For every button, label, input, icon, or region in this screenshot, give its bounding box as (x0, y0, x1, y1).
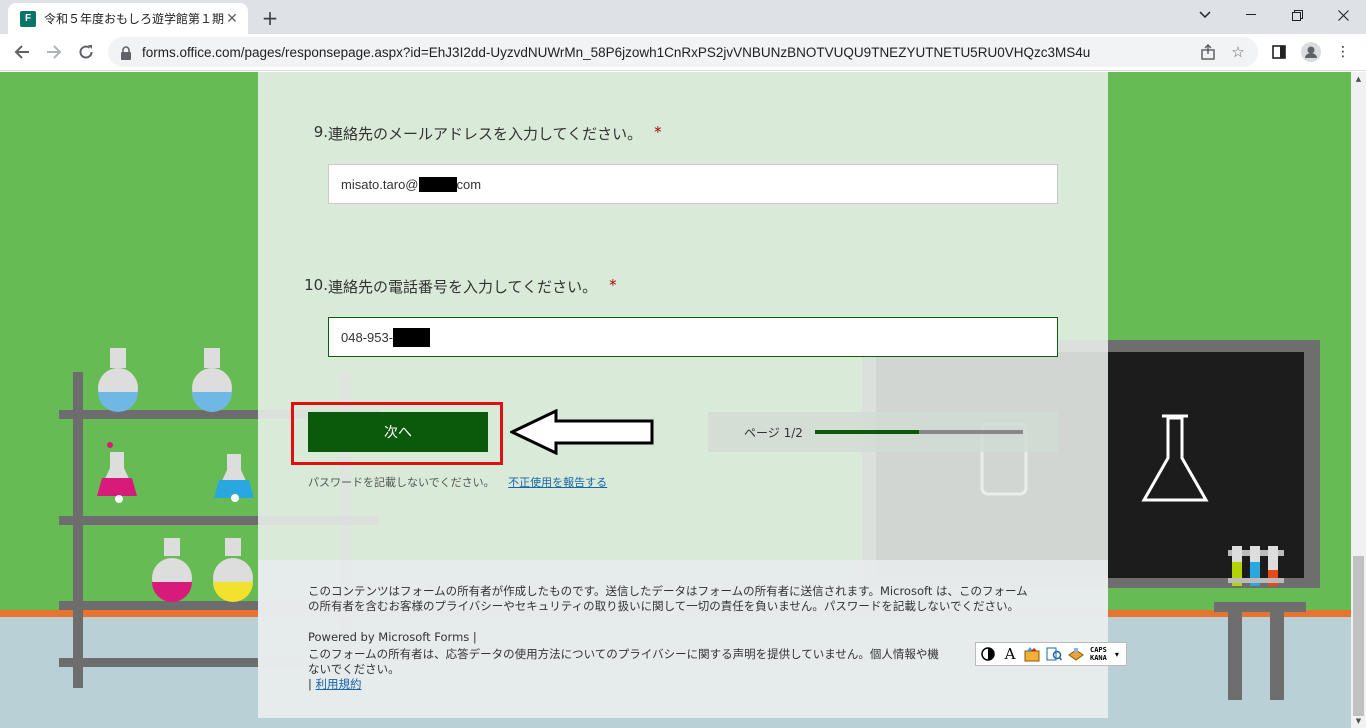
progress-fill (814, 430, 919, 434)
input-value-prefix: 048-953- (341, 329, 394, 345)
terms-link[interactable]: 利用規約 (316, 677, 362, 691)
next-button[interactable]: 次へ (308, 412, 488, 452)
redaction-block (418, 176, 457, 192)
forward-arrow-icon[interactable] (40, 38, 68, 66)
scroll-down-arrow-icon[interactable]: ▼ (1351, 714, 1366, 728)
browser-tab-strip: F 令和５年度おもしろ遊学館第１期 ✕ + (0, 0, 1366, 34)
ime-input-mode[interactable]: A (1002, 645, 1018, 663)
question-text: 連絡先の電話番号を入力してください。 (328, 278, 598, 296)
url-text: forms.office.com/pages/responsepage.aspx… (142, 44, 1091, 60)
disclaimer-line-1: このコンテンツはフォームの所有者が作成したものです。送信したデータはフォームの所… (308, 584, 1028, 598)
browser-tab-active[interactable]: F 令和５年度おもしろ遊学館第１期 ✕ (8, 3, 248, 34)
phone-input[interactable]: 048-953- (328, 317, 1058, 357)
scroll-up-arrow-icon[interactable]: ▲ (1351, 72, 1366, 86)
lock-icon (120, 45, 132, 60)
page-viewport: 9. 連絡先のメールアドレスを入力してください。 * misato.taro@ … (0, 72, 1366, 728)
menu-kebab-icon[interactable]: ⋮ (1332, 41, 1354, 63)
ime-tools-icon[interactable] (1068, 646, 1084, 662)
question-text: 連絡先のメールアドレスを入力してください。 (328, 125, 643, 143)
input-value-suffix: com (456, 176, 482, 192)
progress-label: ページ 1/2 (744, 425, 803, 440)
required-mark: * (609, 276, 617, 294)
minimize-icon[interactable] (1228, 0, 1274, 30)
page-scrollbar[interactable]: ▲ ▼ (1351, 72, 1366, 728)
progress-track (814, 430, 1023, 434)
question-9-title: 9. 連絡先のメールアドレスを入力してください。 * (300, 123, 662, 144)
annotation-arrow-icon (510, 409, 654, 455)
ime-language-bar: A CAPS KANA ▾ (975, 642, 1127, 666)
redaction-block (393, 327, 431, 347)
reload-icon[interactable] (72, 38, 100, 66)
side-panel-icon[interactable] (1268, 41, 1290, 63)
page-progress: ページ 1/2 (708, 412, 1058, 452)
ime-options-chevron-icon[interactable]: ▾ (1113, 646, 1121, 662)
notice-text: パスワードを記載しないでください。 (308, 476, 495, 489)
kana-label: KANA (1090, 654, 1107, 662)
terms-prefix: | (308, 677, 312, 691)
disclaimer-line-2: の所有者を含むお客様のプライバシーやセキュリティの取り扱いに関して一切の責任を負… (308, 599, 1020, 613)
tab-close-icon[interactable]: ✕ (224, 11, 240, 27)
ime-mode-icon[interactable] (980, 646, 996, 662)
profile-avatar-icon[interactable] (1300, 41, 1322, 63)
ime-pad-icon[interactable] (1024, 646, 1040, 662)
privacy-line-2: ないでください。 (308, 662, 400, 676)
address-bar[interactable]: forms.office.com/pages/responsepage.aspx… (108, 37, 1258, 67)
password-notice: パスワードを記載しないでください。 不正使用を報告する (308, 474, 607, 490)
question-number: 9. (313, 123, 328, 141)
restore-icon[interactable] (1274, 0, 1320, 30)
bookmark-star-icon[interactable]: ☆ (1228, 42, 1248, 62)
report-abuse-link[interactable]: 不正使用を報告する (508, 476, 607, 489)
tab-search-chevron-icon[interactable] (1182, 0, 1228, 30)
caps-label: CAPS (1090, 646, 1107, 654)
terms-row: | 利用規約 (308, 677, 362, 692)
privacy-line-1: このフォームの所有者は、応答データの使用方法についてのプライバシーに関する声明を… (308, 647, 939, 661)
question-10-title: 10. 連絡先の電話番号を入力してください。 * (300, 276, 617, 297)
close-window-icon[interactable] (1320, 0, 1366, 30)
ime-dictionary-icon[interactable] (1046, 646, 1062, 662)
forms-favicon-icon: F (20, 10, 36, 27)
powered-by-text: Powered by Microsoft Forms | (308, 630, 477, 644)
back-arrow-icon[interactable] (8, 38, 36, 66)
tab-title: 令和５年度おもしろ遊学館第１期 (44, 12, 224, 26)
question-number: 10. (304, 276, 328, 294)
email-input[interactable]: misato.taro@ com (328, 164, 1058, 204)
new-tab-plus-icon[interactable]: + (258, 6, 282, 30)
scroll-thumb[interactable] (1353, 556, 1364, 716)
input-value-prefix: misato.taro@ (341, 176, 419, 192)
required-mark: * (654, 123, 662, 141)
browser-toolbar: forms.office.com/pages/responsepage.aspx… (0, 34, 1366, 71)
caps-kana-indicator[interactable]: CAPS KANA (1090, 646, 1107, 662)
share-icon[interactable] (1198, 42, 1218, 62)
